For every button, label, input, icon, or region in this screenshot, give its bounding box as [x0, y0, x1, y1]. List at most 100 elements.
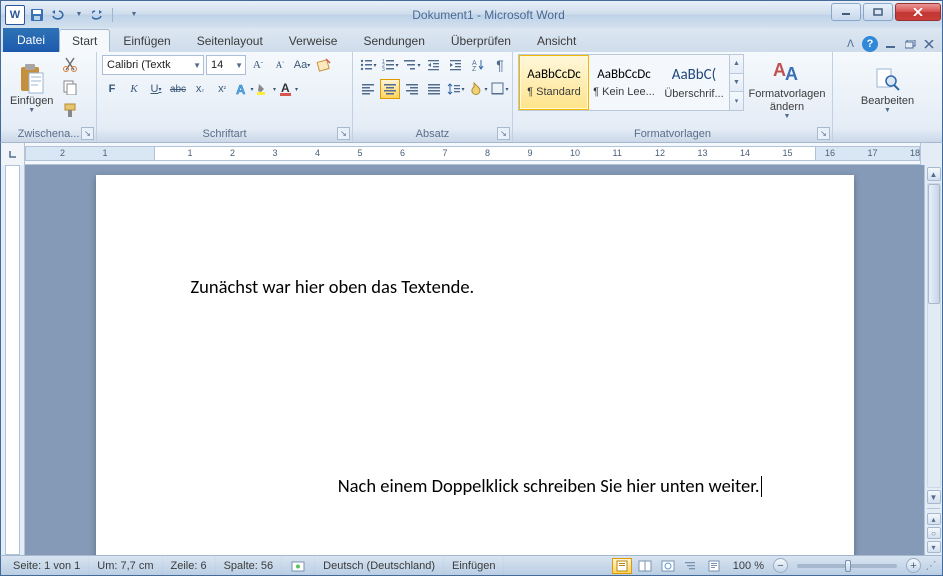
status-column[interactable]: Spalte: 56: [216, 556, 283, 575]
page[interactable]: Zunächst war hier oben das Textende. Nac…: [96, 175, 854, 555]
clear-formatting-icon[interactable]: [314, 55, 334, 75]
borders-icon[interactable]: ▾: [490, 79, 510, 99]
strikethrough-button[interactable]: abc: [168, 79, 188, 99]
ruler-toggle[interactable]: [920, 143, 942, 165]
paste-button[interactable]: Einfügen ▼: [6, 54, 57, 122]
group-styles: AaBbCcDc ¶ Standard AaBbCcDc ¶ Kein Lee.…: [513, 52, 833, 142]
change-styles-icon: AA: [771, 56, 803, 88]
line-spacing-icon[interactable]: ▾: [446, 79, 466, 99]
tab-pagelayout[interactable]: Seitenlayout: [184, 29, 276, 52]
document-viewport[interactable]: Zunächst war hier oben das Textende. Nac…: [25, 165, 924, 555]
scroll-thumb[interactable]: [928, 184, 940, 304]
shrink-font-icon[interactable]: Aˇ: [270, 55, 290, 75]
styles-dialog-launcher[interactable]: ↘: [817, 127, 830, 140]
justify-icon[interactable]: [424, 79, 444, 99]
shading-icon[interactable]: ▾: [468, 79, 488, 99]
change-styles-button[interactable]: AA Formatvorlagen ändern ▼: [747, 54, 827, 122]
tab-start[interactable]: Start: [59, 29, 110, 52]
tab-review[interactable]: Überprüfen: [438, 29, 524, 52]
font-dialog-launcher[interactable]: ↘: [337, 127, 350, 140]
increase-indent-icon[interactable]: [446, 55, 466, 75]
numbering-icon[interactable]: 123▾: [380, 55, 400, 75]
zoom-value[interactable]: 100 %: [727, 560, 770, 572]
save-icon[interactable]: [28, 6, 46, 24]
close-button[interactable]: [895, 3, 941, 21]
cut-icon[interactable]: [60, 54, 80, 74]
ribbon-close-window-icon[interactable]: [924, 40, 934, 49]
status-page[interactable]: Seite: 1 von 1: [5, 556, 89, 575]
tab-insert[interactable]: Einfügen: [110, 29, 183, 52]
style-standard[interactable]: AaBbCcDc ¶ Standard: [519, 55, 589, 110]
maximize-button[interactable]: [863, 3, 893, 21]
scroll-down-icon[interactable]: ▼: [927, 490, 941, 504]
app-icon[interactable]: W: [5, 5, 25, 25]
style-no-spacing[interactable]: AaBbCcDc ¶ Kein Lee...: [589, 55, 659, 110]
change-case-icon[interactable]: Aa▾: [292, 55, 312, 75]
bullets-icon[interactable]: ▾: [358, 55, 378, 75]
style-heading1[interactable]: AaBbC( Überschrif...: [659, 55, 729, 110]
svg-text:Z: Z: [472, 66, 477, 72]
status-line[interactable]: Zeile: 6: [163, 556, 216, 575]
zoom-slider-thumb[interactable]: [845, 560, 851, 572]
minimize-ribbon-icon[interactable]: ᐱ: [847, 39, 854, 50]
align-right-icon[interactable]: [402, 79, 422, 99]
horizontal-ruler[interactable]: 21123456789101112131415161718: [25, 143, 920, 165]
qat-customize-icon[interactable]: ▼: [125, 6, 143, 24]
tab-selector[interactable]: [1, 143, 25, 165]
tab-view[interactable]: Ansicht: [524, 29, 589, 52]
highlight-icon[interactable]: ▾: [256, 79, 276, 99]
view-outline-icon[interactable]: [681, 558, 701, 574]
resize-grip-icon[interactable]: ⋰: [924, 559, 938, 572]
sort-icon[interactable]: AZ: [468, 55, 488, 75]
tab-references[interactable]: Verweise: [276, 29, 351, 52]
help-icon[interactable]: ?: [862, 36, 878, 52]
status-macro[interactable]: [282, 556, 315, 575]
superscript-icon[interactable]: x²: [212, 79, 232, 99]
view-print-layout-icon[interactable]: [612, 558, 632, 574]
status-insert-mode[interactable]: Einfügen: [444, 556, 504, 575]
show-marks-icon[interactable]: ¶: [490, 55, 510, 75]
decrease-indent-icon[interactable]: [424, 55, 444, 75]
vertical-scrollbar[interactable]: ▲ ▼ ▴ ○ ▾: [924, 165, 942, 555]
italic-button[interactable]: K: [124, 79, 144, 99]
zoom-in-button[interactable]: +: [906, 558, 921, 573]
align-left-icon[interactable]: [358, 79, 378, 99]
bold-button[interactable]: F: [102, 79, 122, 99]
grow-font-icon[interactable]: Aˆ: [248, 55, 268, 75]
font-size-combo[interactable]: 14▼: [206, 55, 246, 75]
prev-page-icon[interactable]: ▴: [927, 513, 941, 525]
zoom-out-button[interactable]: −: [773, 558, 788, 573]
browse-object-icon[interactable]: ○: [927, 527, 941, 539]
next-page-icon[interactable]: ▾: [927, 541, 941, 553]
tab-mailings[interactable]: Sendungen: [350, 29, 437, 52]
scroll-track[interactable]: [927, 183, 941, 488]
style-gallery-controls[interactable]: ▲▼▾: [729, 55, 743, 110]
subscript-icon[interactable]: x₂: [190, 79, 210, 99]
multilevel-list-icon[interactable]: ▾: [402, 55, 422, 75]
undo-icon[interactable]: [49, 6, 67, 24]
status-language[interactable]: Deutsch (Deutschland): [315, 556, 444, 575]
copy-icon[interactable]: [60, 77, 80, 97]
view-fullscreen-reading-icon[interactable]: [635, 558, 655, 574]
file-tab[interactable]: Datei: [3, 28, 59, 52]
zoom-slider[interactable]: [797, 564, 897, 568]
text-effects-icon[interactable]: A▾: [234, 79, 254, 99]
undo-dropdown-icon[interactable]: ▼: [70, 6, 88, 24]
font-color-icon[interactable]: A▾: [278, 79, 298, 99]
clipboard-dialog-launcher[interactable]: ↘: [81, 127, 94, 140]
view-draft-icon[interactable]: [704, 558, 724, 574]
underline-button[interactable]: U▾: [146, 79, 166, 99]
redo-icon[interactable]: [91, 6, 109, 24]
ribbon-restore-window-icon[interactable]: [905, 40, 916, 49]
status-position[interactable]: Um: 7,7 cm: [89, 556, 162, 575]
view-web-layout-icon[interactable]: [658, 558, 678, 574]
format-painter-icon[interactable]: [60, 100, 80, 120]
scroll-up-icon[interactable]: ▲: [927, 167, 941, 181]
align-center-icon[interactable]: [380, 79, 400, 99]
minimize-button[interactable]: [831, 3, 861, 21]
font-name-combo[interactable]: Calibri (Textk▼: [102, 55, 204, 75]
ribbon-min-window-icon[interactable]: [886, 40, 897, 49]
editing-button[interactable]: Bearbeiten ▼: [857, 54, 918, 122]
vertical-ruler[interactable]: [1, 165, 25, 555]
paragraph-dialog-launcher[interactable]: ↘: [497, 127, 510, 140]
